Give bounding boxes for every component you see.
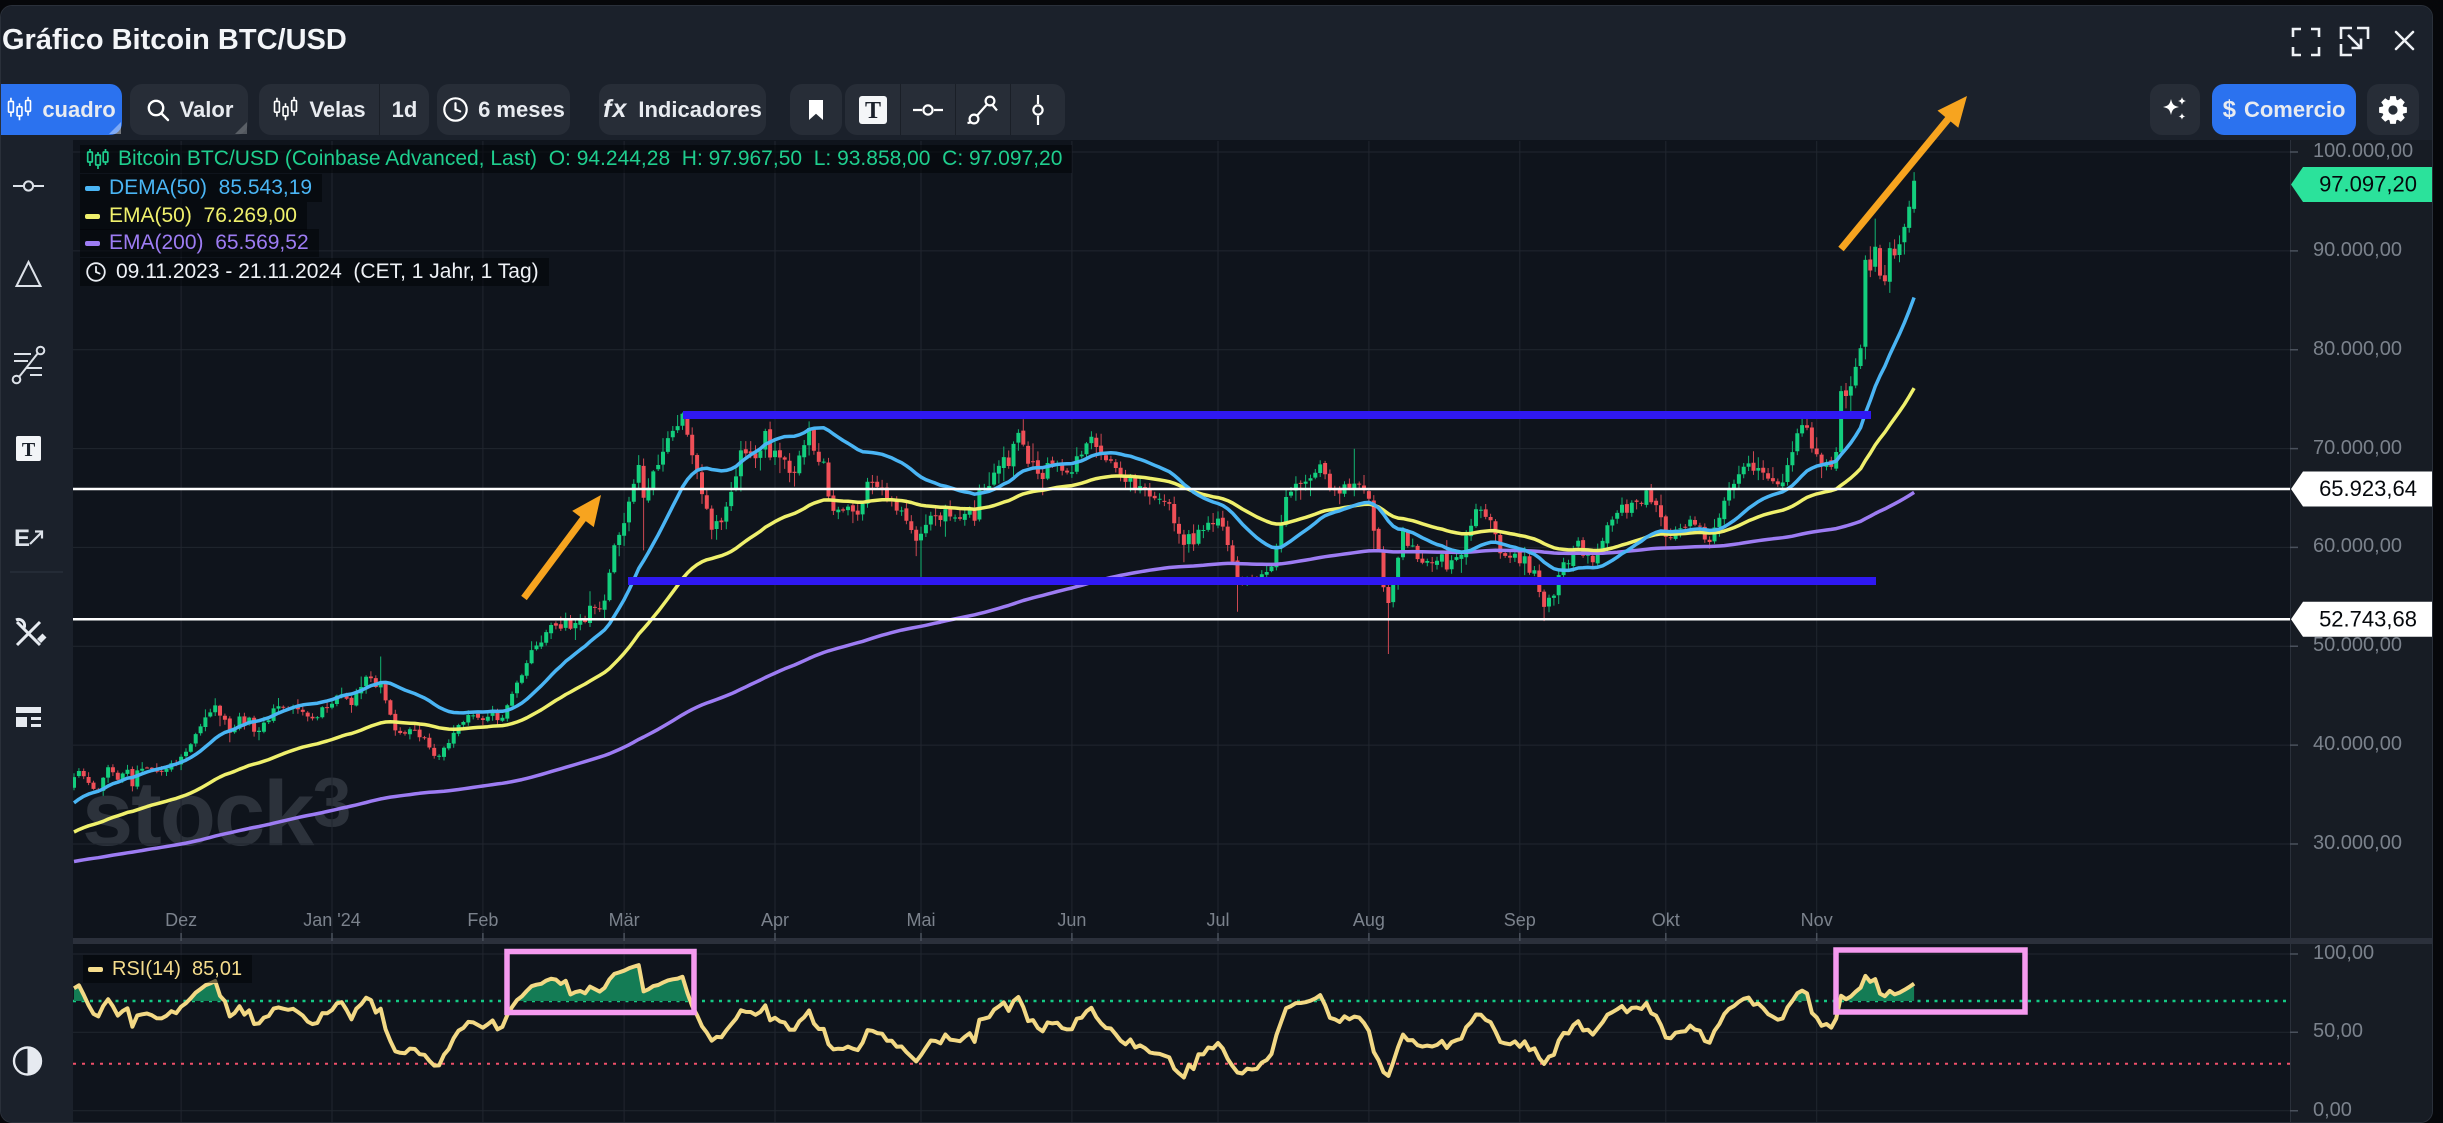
svg-text:97.097,20: 97.097,20 [2319, 172, 2417, 197]
svg-text:65.923,64: 65.923,64 [2319, 476, 2417, 501]
svg-text:T: T [22, 439, 36, 461]
svg-text:E: E [14, 525, 30, 552]
svg-text:52.743,68: 52.743,68 [2319, 606, 2417, 631]
